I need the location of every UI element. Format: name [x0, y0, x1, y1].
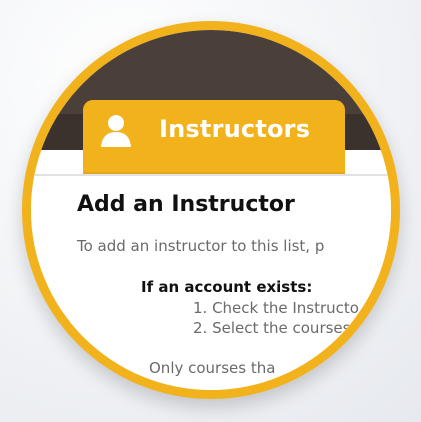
instruction-step: 2. Select the courses — [193, 319, 351, 337]
panel-title: Add an Instructor — [77, 192, 295, 217]
panel-note: Only courses tha — [149, 359, 276, 377]
panel-subheading: If an account exists: — [141, 278, 313, 296]
tab-label: Instructors — [159, 115, 311, 143]
instructors-panel: Add an Instructor To add an instructor t… — [31, 174, 391, 390]
user-icon — [101, 115, 131, 147]
magnified-view: Instructors Add an Instructor To add an … — [31, 30, 391, 390]
circle-frame: Instructors Add an Instructor To add an … — [22, 21, 400, 399]
panel-description: To add an instructor to this list, p — [77, 237, 325, 255]
instruction-step: 1. Check the Instructo — [193, 299, 359, 317]
tab-instructors[interactable]: Instructors — [83, 100, 345, 174]
